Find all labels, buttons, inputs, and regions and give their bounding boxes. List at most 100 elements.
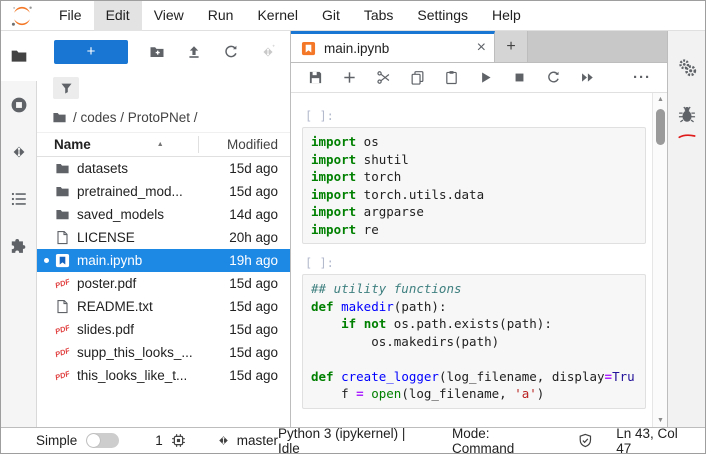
file-row-license[interactable]: LICENSE20h ago	[37, 226, 290, 249]
insert-cell-icon[interactable]	[341, 70, 357, 86]
save-icon[interactable]	[307, 70, 323, 86]
breadcrumb-path: / codes / ProtoPNet /	[73, 110, 198, 125]
menu-git[interactable]: Git	[310, 1, 352, 31]
folder-icon	[54, 207, 70, 223]
file-modified: 15d ago	[212, 345, 290, 360]
kernel-sessions-chip-icon[interactable]	[171, 433, 186, 448]
debugger-bug-icon[interactable]	[669, 103, 705, 145]
tab-title: main.ipynb	[324, 41, 469, 56]
upload-icon[interactable]	[185, 44, 202, 61]
run-cell-icon[interactable]	[477, 70, 493, 86]
property-inspector-gears-icon[interactable]	[669, 57, 705, 79]
notebook-content: [ ]: import os import shutil import torch…	[291, 93, 667, 427]
file-row-slides-pdf[interactable]: PDFslides.pdf15d ago	[37, 318, 290, 341]
file-browser-panel: + / codes	[37, 31, 291, 427]
file-modified: 20h ago	[212, 230, 290, 245]
left-sidebar	[1, 31, 37, 427]
file-icon	[54, 299, 70, 315]
file-row-saved-models[interactable]: saved_models14d ago	[37, 203, 290, 226]
scroll-down-icon[interactable]: ▼	[653, 417, 668, 424]
close-icon[interactable]: ×	[477, 41, 486, 55]
notebook-toolbar: ···	[291, 63, 667, 93]
menu-edit[interactable]: Edit	[94, 1, 142, 31]
pdf-icon: PDF	[54, 345, 70, 361]
terminals-kernels-count: 1	[155, 433, 163, 448]
simple-mode-toggle[interactable]	[86, 433, 119, 448]
scroll-up-icon[interactable]: ▲	[653, 96, 668, 103]
tab-bar: main.ipynb × +	[291, 31, 667, 63]
trusted-shield-icon[interactable]	[578, 433, 593, 448]
file-modified: 15d ago	[212, 322, 290, 337]
file-modified: 15d ago	[212, 299, 290, 314]
git-branch-icon	[216, 433, 231, 448]
file-row-readme-txt[interactable]: README.txt15d ago	[37, 295, 290, 318]
jupyter-logo-icon	[10, 4, 34, 28]
notebook-panel: main.ipynb × + ··· [ ]: import os import …	[291, 31, 667, 427]
menu-kernel[interactable]: Kernel	[245, 1, 309, 31]
file-name: LICENSE	[77, 230, 212, 245]
stop-kernel-icon[interactable]	[511, 70, 527, 86]
git-clone-icon[interactable]	[259, 44, 276, 61]
scrollbar[interactable]: ▲ ▼	[652, 93, 667, 427]
more-commands-icon[interactable]: ···	[633, 69, 651, 86]
cut-cells-icon[interactable]	[375, 70, 391, 86]
cell-area: [ ]: import os import shutil import torch…	[291, 93, 652, 427]
file-row-pretrained-mod-[interactable]: pretrained_mod...15d ago	[37, 180, 290, 203]
file-modified: 14d ago	[212, 207, 290, 222]
copy-cells-icon[interactable]	[409, 70, 425, 86]
scrollbar-thumb[interactable]	[656, 109, 665, 145]
menu-settings[interactable]: Settings	[405, 1, 480, 31]
menu-view[interactable]: View	[142, 1, 196, 31]
file-name: poster.pdf	[77, 276, 212, 291]
filter-row	[37, 69, 290, 101]
menu-run[interactable]: Run	[196, 1, 246, 31]
paste-cells-icon[interactable]	[443, 70, 459, 86]
sort-ascending-icon: ▲	[157, 141, 198, 148]
filter-files-button[interactable]	[53, 77, 79, 99]
red-pen-annotation	[678, 127, 696, 145]
tab-main-ipynb[interactable]: main.ipynb ×	[291, 31, 495, 62]
file-list-header: Name ▲ Modified	[37, 132, 290, 157]
file-row-supp-this-looks-[interactable]: PDFsupp_this_looks_...15d ago	[37, 341, 290, 364]
restart-run-all-icon[interactable]	[579, 70, 595, 86]
menu-help[interactable]: Help	[480, 1, 533, 31]
file-name: datasets	[77, 161, 212, 176]
right-sidebar	[667, 31, 705, 427]
sidebar-tab-git-icon[interactable]	[1, 128, 37, 175]
sidebar-tab-file-browser-icon[interactable]	[1, 31, 37, 81]
menu-bar: FileEditViewRunKernelGitTabsSettingsHelp	[1, 1, 705, 31]
sidebar-tab-extensions-icon[interactable]	[1, 222, 37, 269]
pdf-icon: PDF	[54, 322, 70, 338]
column-header-modified[interactable]: Modified	[198, 136, 290, 153]
menu-tabs[interactable]: Tabs	[352, 1, 406, 31]
sidebar-tab-running-sessions-icon[interactable]	[1, 81, 37, 128]
restart-kernel-icon[interactable]	[545, 70, 561, 86]
file-name: main.ipynb	[77, 253, 212, 268]
new-launcher-button[interactable]: +	[54, 40, 128, 64]
new-tab-button[interactable]: +	[495, 31, 528, 62]
kernel-status[interactable]: Python 3 (ipykernel) | Idle	[278, 426, 428, 454]
pdf-icon: PDF	[54, 368, 70, 384]
breadcrumb[interactable]: / codes / ProtoPNet /	[37, 101, 290, 132]
cell-prompt: [ ]:	[305, 109, 646, 123]
file-list: datasets15d agopretrained_mod...15d agos…	[37, 157, 290, 427]
file-row-this-looks-like-t-[interactable]: PDFthis_looks_like_t...15d ago	[37, 364, 290, 387]
status-bar: Simple 1 master Python 3 (ipykernel) | I…	[1, 427, 705, 453]
simple-mode-label: Simple	[36, 433, 77, 448]
file-modified: 19h ago	[212, 253, 290, 268]
file-row-poster-pdf[interactable]: PDFposter.pdf15d ago	[37, 272, 290, 295]
file-name: pretrained_mod...	[77, 184, 212, 199]
refresh-icon[interactable]	[222, 44, 239, 61]
column-header-name[interactable]: Name	[54, 137, 91, 152]
code-cell-2[interactable]: ## utility functions def makedir(path): …	[302, 274, 646, 409]
jupyterlab-window: FileEditViewRunKernelGitTabsSettingsHelp…	[0, 0, 706, 454]
menu-file[interactable]: File	[47, 1, 94, 31]
file-row-main-ipynb[interactable]: main.ipynb19h ago	[37, 249, 290, 272]
file-row-datasets[interactable]: datasets15d ago	[37, 157, 290, 180]
cell-prompt: [ ]:	[305, 256, 646, 270]
file-modified: 15d ago	[212, 276, 290, 291]
sidebar-tab-table-of-contents-icon[interactable]	[1, 175, 37, 222]
new-folder-icon[interactable]	[148, 44, 165, 61]
cursor-position[interactable]: Ln 43, Col 47	[616, 426, 695, 454]
code-cell-1[interactable]: import os import shutil import torch imp…	[302, 127, 646, 244]
